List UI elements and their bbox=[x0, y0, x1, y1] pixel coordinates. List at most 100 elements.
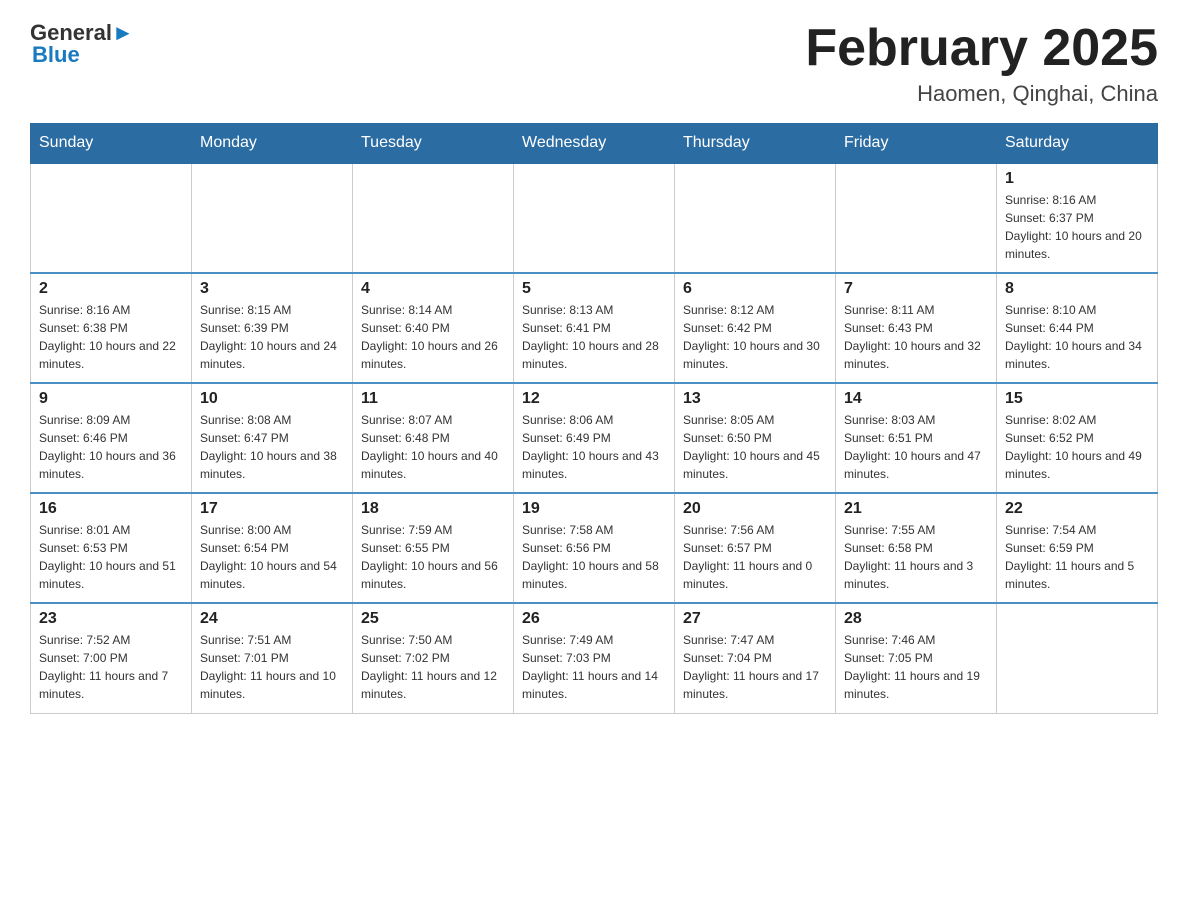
day-info: Sunrise: 7:51 AMSunset: 7:01 PMDaylight:… bbox=[200, 631, 344, 703]
week-row-5: 23 Sunrise: 7:52 AMSunset: 7:00 PMDayligh… bbox=[31, 603, 1158, 713]
day-info: Sunrise: 8:05 AMSunset: 6:50 PMDaylight:… bbox=[683, 411, 827, 483]
calendar-cell: 12Sunrise: 8:06 AMSunset: 6:49 PMDayligh… bbox=[514, 383, 675, 493]
day-number: 12 bbox=[522, 390, 666, 408]
day-number: 20 bbox=[683, 500, 827, 518]
day-number: 8 bbox=[1005, 280, 1149, 298]
day-number: 21 bbox=[844, 500, 988, 518]
day-header-sunday: Sunday bbox=[31, 124, 192, 164]
calendar-cell bbox=[514, 163, 675, 273]
day-header-monday: Monday bbox=[192, 124, 353, 164]
calendar-table: SundayMondayTuesdayWednesdayThursdayFrid… bbox=[30, 123, 1158, 714]
calendar-cell: 15 Sunrise: 8:02 AMSunset: 6:52 PMDayligh… bbox=[997, 383, 1158, 493]
day-header-wednesday: Wednesday bbox=[514, 124, 675, 164]
calendar-cell: 17 Sunrise: 8:00 AMSunset: 6:54 PMDayligh… bbox=[192, 493, 353, 603]
day-info: Sunrise: 8:10 AMSunset: 6:44 PMDaylight:… bbox=[1005, 301, 1149, 373]
days-of-week-row: SundayMondayTuesdayWednesdayThursdayFrid… bbox=[31, 124, 1158, 164]
calendar-cell: 10 Sunrise: 8:08 AMSunset: 6:47 PMDayligh… bbox=[192, 383, 353, 493]
day-info: Sunrise: 7:47 AMSunset: 7:04 PMDaylight:… bbox=[683, 631, 827, 703]
logo-text-blue-inline: ► bbox=[112, 20, 134, 46]
title-block: February 2025 Haomen, Qinghai, China bbox=[805, 20, 1158, 107]
calendar-cell bbox=[31, 163, 192, 273]
week-row-3: 9 Sunrise: 8:09 AMSunset: 6:46 PMDaylight… bbox=[31, 383, 1158, 493]
day-info: Sunrise: 7:52 AMSunset: 7:00 PMDaylight:… bbox=[39, 631, 183, 703]
day-info: Sunrise: 7:56 AMSunset: 6:57 PMDaylight:… bbox=[683, 521, 827, 593]
week-row-1: 1Sunrise: 8:16 AMSunset: 6:37 PMDaylight… bbox=[31, 163, 1158, 273]
day-header-thursday: Thursday bbox=[675, 124, 836, 164]
calendar-cell: 14 Sunrise: 8:03 AMSunset: 6:51 PMDayligh… bbox=[836, 383, 997, 493]
calendar-cell bbox=[997, 603, 1158, 713]
page-header: General ► Blue February 2025 Haomen, Qin… bbox=[30, 20, 1158, 107]
day-header-saturday: Saturday bbox=[997, 124, 1158, 164]
day-info: Sunrise: 8:07 AMSunset: 6:48 PMDaylight:… bbox=[361, 411, 505, 483]
calendar-cell: 6 Sunrise: 8:12 AMSunset: 6:42 PMDaylight… bbox=[675, 273, 836, 383]
calendar-cell: 24 Sunrise: 7:51 AMSunset: 7:01 PMDayligh… bbox=[192, 603, 353, 713]
day-number: 7 bbox=[844, 280, 988, 298]
day-info: Sunrise: 8:16 AMSunset: 6:38 PMDaylight:… bbox=[39, 301, 183, 373]
day-number: 22 bbox=[1005, 500, 1149, 518]
calendar-cell: 3 Sunrise: 8:15 AMSunset: 6:39 PMDaylight… bbox=[192, 273, 353, 383]
location-title: Haomen, Qinghai, China bbox=[805, 81, 1158, 107]
day-number: 2 bbox=[39, 280, 183, 298]
calendar-cell: 23 Sunrise: 7:52 AMSunset: 7:00 PMDayligh… bbox=[31, 603, 192, 713]
day-info: Sunrise: 8:15 AMSunset: 6:39 PMDaylight:… bbox=[200, 301, 344, 373]
calendar-cell: 8 Sunrise: 8:10 AMSunset: 6:44 PMDaylight… bbox=[997, 273, 1158, 383]
day-info: Sunrise: 7:46 AMSunset: 7:05 PMDaylight:… bbox=[844, 631, 988, 703]
day-number: 4 bbox=[361, 280, 505, 298]
day-info: Sunrise: 8:03 AMSunset: 6:51 PMDaylight:… bbox=[844, 411, 988, 483]
day-info: Sunrise: 8:14 AMSunset: 6:40 PMDaylight:… bbox=[361, 301, 505, 373]
day-info: Sunrise: 8:12 AMSunset: 6:42 PMDaylight:… bbox=[683, 301, 827, 373]
calendar-cell: 11 Sunrise: 8:07 AMSunset: 6:48 PMDayligh… bbox=[353, 383, 514, 493]
day-number: 13 bbox=[683, 390, 827, 408]
calendar-cell: 4 Sunrise: 8:14 AMSunset: 6:40 PMDaylight… bbox=[353, 273, 514, 383]
day-number: 23 bbox=[39, 610, 183, 628]
calendar-cell bbox=[192, 163, 353, 273]
day-number: 3 bbox=[200, 280, 344, 298]
day-number: 16 bbox=[39, 500, 183, 518]
calendar-cell bbox=[353, 163, 514, 273]
day-number: 27 bbox=[683, 610, 827, 628]
day-info: Sunrise: 8:13 AMSunset: 6:41 PMDaylight:… bbox=[522, 301, 666, 373]
calendar-cell: 5 Sunrise: 8:13 AMSunset: 6:41 PMDaylight… bbox=[514, 273, 675, 383]
month-title: February 2025 bbox=[805, 20, 1158, 77]
day-info: Sunrise: 8:01 AMSunset: 6:53 PMDaylight:… bbox=[39, 521, 183, 593]
day-number: 19 bbox=[522, 500, 666, 518]
logo-text-blue: Blue bbox=[32, 42, 80, 68]
day-number: 10 bbox=[200, 390, 344, 408]
day-number: 5 bbox=[522, 280, 666, 298]
day-number: 15 bbox=[1005, 390, 1149, 408]
logo: General ► Blue bbox=[30, 20, 134, 68]
calendar-cell: 13 Sunrise: 8:05 AMSunset: 6:50 PMDayligh… bbox=[675, 383, 836, 493]
day-number: 25 bbox=[361, 610, 505, 628]
calendar-cell: 21Sunrise: 7:55 AMSunset: 6:58 PMDayligh… bbox=[836, 493, 997, 603]
day-info: Sunrise: 8:08 AMSunset: 6:47 PMDaylight:… bbox=[200, 411, 344, 483]
day-number: 9 bbox=[39, 390, 183, 408]
day-info: Sunrise: 8:02 AMSunset: 6:52 PMDaylight:… bbox=[1005, 411, 1149, 483]
day-info: Sunrise: 7:50 AMSunset: 7:02 PMDaylight:… bbox=[361, 631, 505, 703]
day-number: 11 bbox=[361, 390, 505, 408]
day-info: Sunrise: 8:09 AMSunset: 6:46 PMDaylight:… bbox=[39, 411, 183, 483]
day-info: Sunrise: 7:59 AMSunset: 6:55 PMDaylight:… bbox=[361, 521, 505, 593]
calendar-cell: 2 Sunrise: 8:16 AMSunset: 6:38 PMDaylight… bbox=[31, 273, 192, 383]
calendar-cell: 20 Sunrise: 7:56 AMSunset: 6:57 PMDayligh… bbox=[675, 493, 836, 603]
day-number: 18 bbox=[361, 500, 505, 518]
day-header-tuesday: Tuesday bbox=[353, 124, 514, 164]
day-info: Sunrise: 8:00 AMSunset: 6:54 PMDaylight:… bbox=[200, 521, 344, 593]
calendar-cell: 26Sunrise: 7:49 AMSunset: 7:03 PMDayligh… bbox=[514, 603, 675, 713]
day-number: 26 bbox=[522, 610, 666, 628]
calendar-cell: 22 Sunrise: 7:54 AMSunset: 6:59 PMDayligh… bbox=[997, 493, 1158, 603]
day-number: 6 bbox=[683, 280, 827, 298]
day-number: 1 bbox=[1005, 170, 1149, 188]
calendar-cell bbox=[836, 163, 997, 273]
calendar-cell: 25 Sunrise: 7:50 AMSunset: 7:02 PMDayligh… bbox=[353, 603, 514, 713]
week-row-2: 2 Sunrise: 8:16 AMSunset: 6:38 PMDaylight… bbox=[31, 273, 1158, 383]
day-info: Sunrise: 7:54 AMSunset: 6:59 PMDaylight:… bbox=[1005, 521, 1149, 593]
calendar-cell: 18 Sunrise: 7:59 AMSunset: 6:55 PMDayligh… bbox=[353, 493, 514, 603]
calendar-cell: 19 Sunrise: 7:58 AMSunset: 6:56 PMDayligh… bbox=[514, 493, 675, 603]
day-number: 14 bbox=[844, 390, 988, 408]
calendar-cell: 28Sunrise: 7:46 AMSunset: 7:05 PMDayligh… bbox=[836, 603, 997, 713]
calendar-cell bbox=[675, 163, 836, 273]
calendar-cell: 16 Sunrise: 8:01 AMSunset: 6:53 PMDayligh… bbox=[31, 493, 192, 603]
day-number: 24 bbox=[200, 610, 344, 628]
day-info: Sunrise: 7:58 AMSunset: 6:56 PMDaylight:… bbox=[522, 521, 666, 593]
day-number: 17 bbox=[200, 500, 344, 518]
